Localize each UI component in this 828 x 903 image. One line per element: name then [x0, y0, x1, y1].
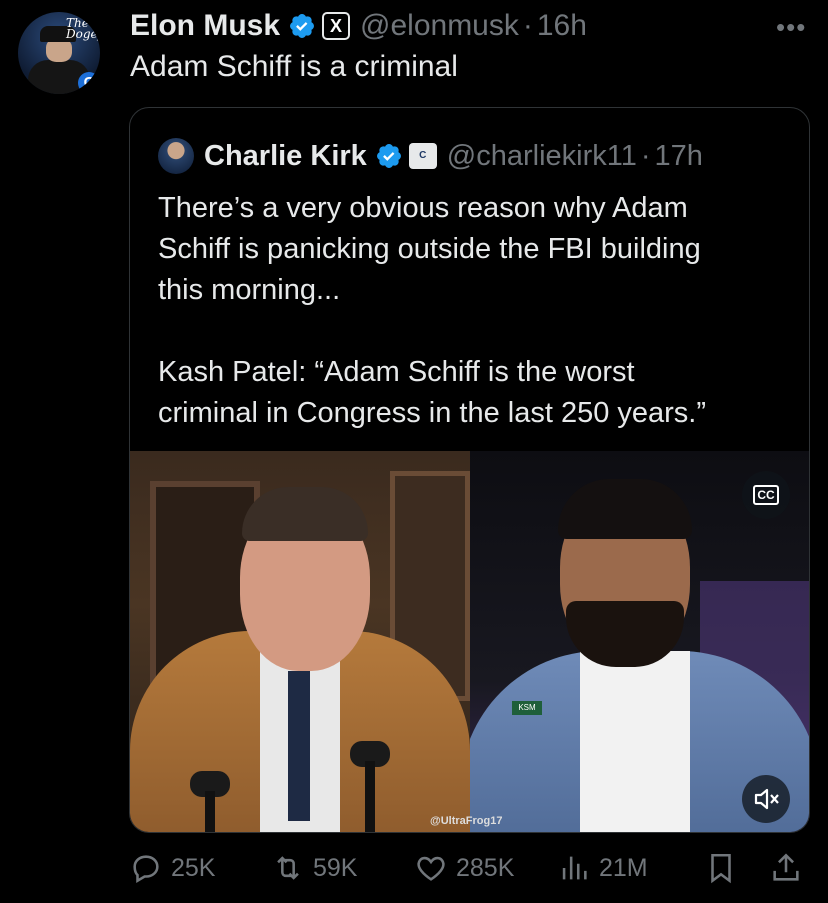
views-button[interactable]: 21M: [557, 848, 648, 888]
author-handle[interactable]: @elonmusk: [360, 9, 519, 43]
avatar-c-badge: C: [78, 72, 100, 94]
x-affiliate-badge-icon[interactable]: X: [322, 12, 351, 40]
reply-icon: [133, 855, 159, 884]
video-watermark: @UltraFrog17: [430, 815, 503, 827]
avatar-text: The Dogefa: [66, 16, 100, 41]
quoted-text: There’s a very obvious reason why Adam S…: [158, 192, 707, 429]
mic-stand: [365, 761, 375, 832]
hair-shape: [242, 487, 368, 541]
mic-stand: [205, 791, 215, 832]
mute-button[interactable]: [742, 775, 790, 823]
quoted-time[interactable]: 17h: [655, 140, 703, 173]
speaker-muted-icon: [754, 788, 779, 810]
share-button[interactable]: [769, 848, 811, 888]
quoted-separator: ·: [640, 139, 651, 172]
bookmark-icon: [711, 853, 731, 884]
captions-button[interactable]: CC: [742, 471, 790, 519]
cc-label: CC: [753, 485, 779, 505]
repost-button[interactable]: 59K: [271, 848, 357, 888]
verified-badge-icon[interactable]: [288, 12, 316, 40]
verified-badge-icon[interactable]: [375, 142, 403, 170]
views-chart-icon: [562, 856, 587, 880]
action-bar: 25K 59K 285K 21M: [129, 848, 809, 888]
repost-icon: [277, 856, 299, 880]
more-options-icon[interactable]: •••: [776, 12, 806, 43]
like-button[interactable]: 285K: [414, 848, 514, 888]
tweet-time[interactable]: 16h: [537, 9, 587, 43]
tweet-text: Adam Schiff is a criminal: [130, 50, 458, 83]
like-count: 285K: [456, 853, 515, 882]
repost-count: 59K: [313, 853, 358, 882]
view-count: 21M: [599, 853, 648, 882]
reply-button[interactable]: 25K: [129, 848, 215, 888]
lapel-pin: KSM: [512, 701, 542, 715]
tweet-header: Elon Musk X @elonmusk · 16h: [130, 6, 587, 46]
affiliate-org-badge-icon[interactable]: C: [408, 143, 437, 169]
share-icon: [773, 853, 799, 881]
quoted-author-name[interactable]: Charlie Kirk: [204, 140, 367, 173]
author-name[interactable]: Elon Musk: [130, 9, 280, 43]
quoted-avatar[interactable]: [158, 138, 194, 174]
heart-icon: [417, 856, 445, 881]
bookmark-button[interactable]: [704, 848, 746, 888]
quoted-author-handle[interactable]: @charliekirk11: [447, 140, 637, 173]
reply-count: 25K: [171, 853, 216, 882]
video-player[interactable]: KSM CC @UltraFrog17: [130, 451, 809, 832]
quoted-tweet[interactable]: Charlie Kirk C @charliekirk11 · 17h Ther…: [129, 107, 810, 833]
video-left-panel: [130, 451, 470, 832]
quoted-header: Charlie Kirk C @charliekirk11 · 17h: [158, 138, 703, 174]
author-avatar[interactable]: The Dogefa C: [18, 12, 100, 94]
hair-shape: [558, 479, 692, 539]
tie-shape: [288, 671, 310, 821]
header-separator: ·: [522, 9, 533, 42]
shirt-shape: [580, 651, 690, 832]
